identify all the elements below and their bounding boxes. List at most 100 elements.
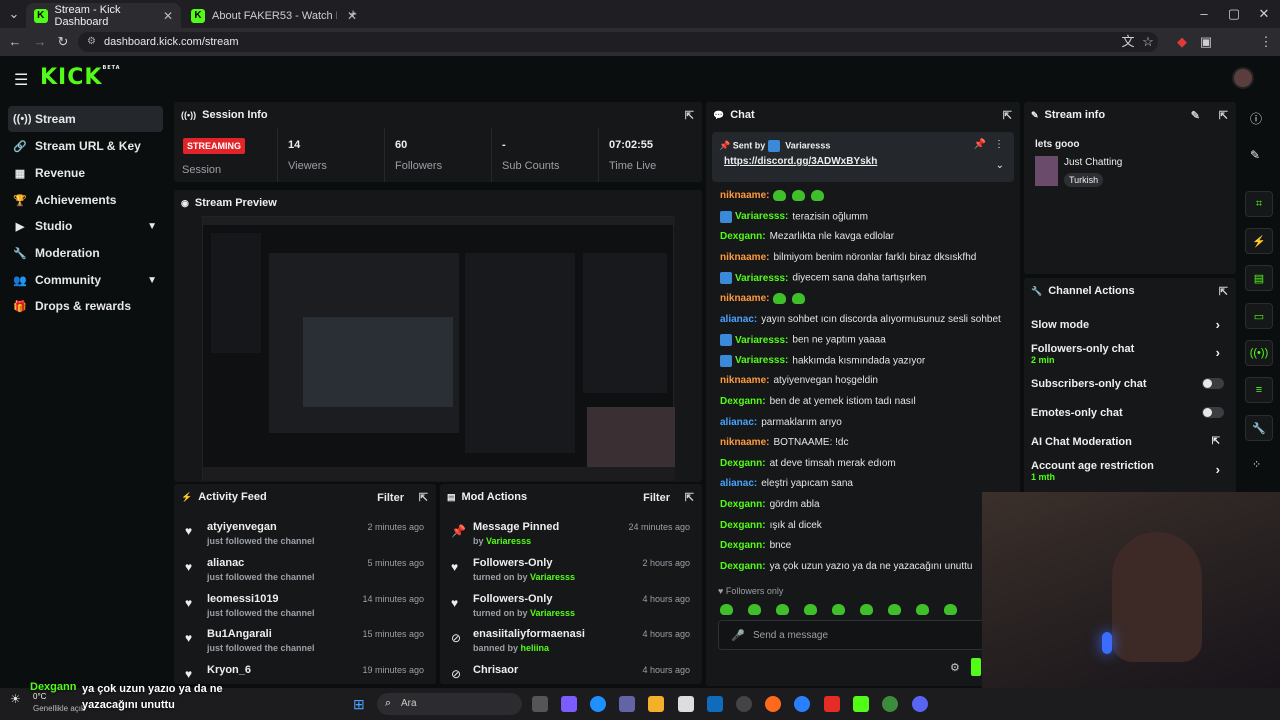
close-tab-icon[interactable]: ✕ <box>163 9 173 23</box>
microphone-icon[interactable]: 🎤 <box>731 629 745 642</box>
pinned-link[interactable]: https://discord.gg/3ADWxBYskh <box>724 156 877 167</box>
kick-logo[interactable]: KICKBETA <box>40 65 121 90</box>
chat-username[interactable]: Dexgann: <box>720 231 766 242</box>
tab-stream-dashboard[interactable]: K Stream - Kick Dashboard ✕ <box>26 3 181 28</box>
emote-icon[interactable] <box>720 604 733 616</box>
url-field[interactable]: ⚙ dashboard.kick.com/stream <box>78 32 1158 52</box>
chat-username[interactable]: alianac: <box>720 314 757 325</box>
apps-icon[interactable]: ⁘ <box>1252 458 1261 471</box>
chat-username[interactable]: Variaresss: <box>735 211 788 222</box>
firefox-icon[interactable] <box>765 696 781 712</box>
popout-icon[interactable]: ⇱ <box>1219 285 1228 298</box>
popout-icon[interactable]: ⇱ <box>685 109 694 122</box>
browser-menu-icon[interactable]: ⋮ <box>1258 34 1274 50</box>
sidebar-item-revenue[interactable]: ▦ Revenue <box>8 160 163 186</box>
info-icon[interactable]: ⓘ <box>1250 110 1262 127</box>
stream-video[interactable] <box>202 216 675 481</box>
sidebar-item-stream-url[interactable]: 🔗 Stream URL & Key <box>8 133 163 159</box>
kick-app-icon[interactable] <box>853 696 869 712</box>
translate-icon[interactable]: 文 <box>1120 34 1136 50</box>
reload-icon[interactable]: ↻ <box>55 34 71 50</box>
sidebar-item-studio[interactable]: ▶ Studio ▼ <box>8 213 163 239</box>
back-icon[interactable]: ← <box>7 34 23 50</box>
outlook-icon[interactable] <box>707 696 723 712</box>
mod-user[interactable]: Variaresss <box>486 536 531 546</box>
site-info-icon[interactable]: ⚙ <box>87 32 96 52</box>
sidebar-item-moderation[interactable]: 🔧 Moderation <box>8 240 163 266</box>
chat-username[interactable]: Variaresss: <box>735 335 788 346</box>
unpin-icon[interactable]: 📌 <box>974 139 986 150</box>
minimize-icon[interactable]: – <box>1196 6 1212 22</box>
emote-icon[interactable] <box>804 604 817 616</box>
maximize-icon[interactable]: ▢ <box>1226 6 1242 22</box>
emote-icon[interactable] <box>748 604 761 616</box>
taskbar-search[interactable]: ⌕ Ara <box>377 693 522 715</box>
activity-user[interactable]: atyiyenvegan <box>207 521 277 533</box>
broadcast-icon[interactable]: ((•)) <box>1245 340 1273 366</box>
sidebar-item-stream[interactable]: ((•)) Stream <box>8 106 163 132</box>
sidebar-item-community[interactable]: 👥 Community ▼ <box>8 267 163 293</box>
chat-input[interactable]: 🎤 Send a message <box>718 620 1008 650</box>
hamburger-menu-icon[interactable]: ☰ <box>14 70 28 90</box>
chat-username[interactable]: Dexgann: <box>720 561 766 572</box>
chat-settings-gear-icon[interactable]: ⚙ <box>950 661 960 674</box>
store-icon[interactable] <box>678 696 694 712</box>
emote-icon[interactable] <box>776 604 789 616</box>
chat-username[interactable]: Dexgann: <box>720 396 766 407</box>
mod-action[interactable]: Chrisaor <box>473 664 518 676</box>
chevron-down-icon[interactable]: ⌄ <box>996 160 1004 171</box>
pinned-user[interactable]: Variaresss <box>785 140 830 150</box>
sidebar-item-achievements[interactable]: 🏆 Achievements <box>8 187 163 213</box>
mod-user[interactable]: heliina <box>521 643 550 653</box>
popout-icon[interactable]: ⇱ <box>419 491 428 504</box>
emote-icon[interactable] <box>916 604 929 616</box>
emote-icon[interactable] <box>832 604 845 616</box>
activity-user[interactable]: Kryon_6 <box>207 664 251 676</box>
chrome-icon[interactable] <box>882 696 898 712</box>
chat-username[interactable]: niknaame: <box>720 375 769 386</box>
emote-icon[interactable] <box>860 604 873 616</box>
chat-username[interactable]: Dexgann: <box>720 540 766 551</box>
category-name[interactable]: Just Chatting <box>1064 157 1122 168</box>
forward-icon[interactable]: → <box>32 34 48 50</box>
popout-icon[interactable]: ⇱ <box>1003 109 1012 122</box>
edge-icon[interactable] <box>590 696 606 712</box>
new-tab-icon[interactable]: + <box>345 6 361 22</box>
emote-icon[interactable] <box>888 604 901 616</box>
edit-layout-icon[interactable]: ✎ <box>1250 148 1260 162</box>
chat-username[interactable]: Variaresss: <box>735 273 788 284</box>
stack-icon[interactable]: ≡ <box>1245 377 1273 403</box>
ai-moderation-row[interactable]: AI Chat Moderation ⇱ <box>1031 436 1226 456</box>
extensions-puzzle-icon[interactable]: ▣ <box>1198 34 1214 50</box>
teams-icon[interactable] <box>619 696 635 712</box>
weather-icon[interactable]: ☀ <box>10 692 21 706</box>
chat-username[interactable]: niknaame: <box>720 437 769 448</box>
slow-mode-row[interactable]: Slow mode › <box>1031 317 1226 339</box>
emotes-only-toggle[interactable] <box>1202 407 1224 418</box>
edit-icon[interactable]: ✎ <box>1191 109 1200 122</box>
emote-icon[interactable] <box>944 604 957 616</box>
youtube-icon[interactable] <box>824 696 840 712</box>
send-button[interactable] <box>971 658 981 676</box>
filter-button[interactable]: Filter <box>377 492 404 504</box>
lightning-icon[interactable]: ⚡ <box>1245 228 1273 254</box>
chat-username[interactable]: alianac: <box>720 417 757 428</box>
chat-username[interactable]: Variaresss: <box>735 355 788 366</box>
chat-icon[interactable]: ▭ <box>1245 303 1273 329</box>
discord-icon[interactable] <box>912 696 928 712</box>
copilot-icon[interactable] <box>561 696 577 712</box>
app-icon[interactable] <box>794 696 810 712</box>
close-window-icon[interactable]: ✕ <box>1256 6 1272 22</box>
user-avatar[interactable] <box>1232 67 1254 89</box>
activity-user[interactable]: alianac <box>207 557 244 569</box>
filter-button[interactable]: Filter <box>643 492 670 504</box>
mod-user[interactable]: Variaresss <box>530 608 575 618</box>
chat-username[interactable]: Dexgann: <box>720 520 766 531</box>
chat-username[interactable]: Dexgann: <box>720 458 766 469</box>
activity-user[interactable]: leomessi1019 <box>207 593 279 605</box>
more-options-icon[interactable]: ⋮ <box>994 139 1004 150</box>
tab-about-faker[interactable]: K About FAKER53 - Watch Live o ✕ <box>183 3 365 28</box>
list-icon[interactable]: ▤ <box>1245 265 1273 291</box>
popout-icon[interactable]: ⇱ <box>685 491 694 504</box>
chat-username[interactable]: niknaame: <box>720 252 769 263</box>
